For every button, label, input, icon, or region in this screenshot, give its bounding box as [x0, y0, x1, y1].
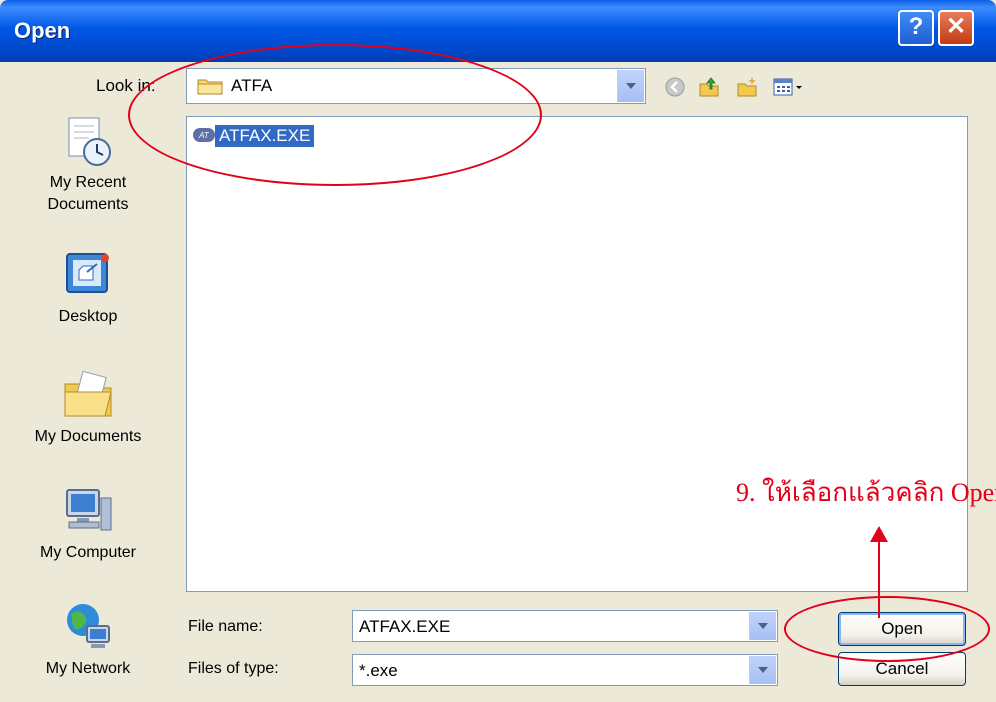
places-bar: My Recent Documents Desktop My Documents… [10, 114, 166, 696]
place-label: My Documents [34, 428, 142, 445]
title-bar[interactable]: Open ? ✕ [0, 0, 996, 62]
file-type-dropdown[interactable]: *.exe [352, 654, 778, 686]
file-name-input[interactable]: ATFAX.EXE [352, 610, 778, 642]
my-network-icon [61, 600, 115, 654]
file-type-label: Files of type: [188, 660, 279, 677]
back-icon[interactable] [664, 76, 686, 98]
place-label: My Recent [49, 174, 127, 191]
file-list[interactable]: AT ATFAX.EXE [186, 116, 968, 592]
close-button[interactable]: ✕ [938, 10, 974, 46]
place-desktop[interactable]: Desktop [10, 248, 166, 328]
views-menu-icon[interactable] [772, 76, 804, 98]
desktop-icon [61, 248, 115, 302]
my-documents-icon [61, 368, 115, 422]
annotation-ellipse-open [784, 596, 990, 662]
chevron-down-icon[interactable] [749, 612, 776, 640]
place-label: My Computer [39, 544, 137, 561]
place-my-network[interactable]: My Network [10, 600, 166, 680]
place-label: My Network [45, 660, 131, 677]
annotation-arrow-line [878, 540, 880, 618]
new-folder-icon[interactable] [736, 76, 758, 98]
chevron-down-icon[interactable] [617, 70, 644, 102]
annotation-ellipse-lookin [128, 44, 542, 186]
recent-documents-icon [61, 114, 115, 168]
file-type-value: *.exe [359, 661, 398, 680]
file-name-value: ATFAX.EXE [359, 617, 451, 636]
annotation-text: 9. ให้เลือกแล้วคลิก Open [736, 478, 996, 507]
my-computer-icon [61, 484, 115, 538]
file-name-label: File name: [188, 618, 263, 635]
up-folder-icon[interactable] [698, 76, 720, 98]
help-button[interactable]: ? [898, 10, 934, 46]
chevron-down-icon[interactable] [749, 656, 776, 684]
place-label: Desktop [58, 308, 118, 325]
place-my-computer[interactable]: My Computer [10, 484, 166, 564]
open-dialog: Open ? ✕ Look in: ATFA My Recent Documen… [0, 0, 996, 702]
place-my-documents[interactable]: My Documents [10, 368, 166, 448]
place-label: Documents [47, 196, 129, 213]
window-title: Open [14, 18, 71, 43]
